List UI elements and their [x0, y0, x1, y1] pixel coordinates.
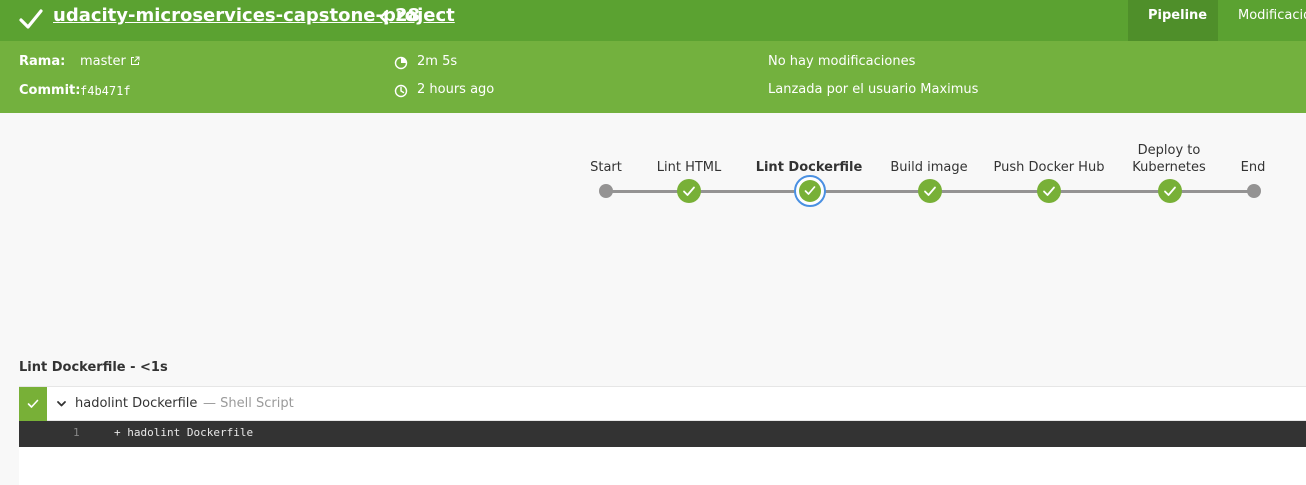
check-icon	[683, 186, 695, 196]
duration-value: 2m 5s	[417, 54, 458, 69]
stage-node-build-image[interactable]	[918, 179, 942, 203]
step-status-badge	[19, 387, 47, 421]
check-icon	[924, 186, 936, 196]
check-icon	[804, 186, 816, 195]
check-icon	[27, 399, 39, 408]
branch-name[interactable]: master	[80, 54, 126, 69]
timer-icon	[394, 56, 408, 70]
check-icon	[1043, 186, 1055, 196]
branch-value[interactable]: master	[80, 54, 140, 69]
chevron-down-icon[interactable]	[56, 399, 67, 409]
stage-node-deploy-kubernetes[interactable]	[1158, 179, 1182, 203]
stage-label-deploy-kubernetes[interactable]: Deploy to Kubernetes	[1124, 142, 1214, 176]
changes-text: No hay modificaciones	[768, 54, 916, 69]
commit-hash[interactable]: f4b471f	[80, 84, 131, 98]
clock-icon	[394, 84, 408, 98]
step-name[interactable]: hadolint Dockerfile	[75, 396, 197, 411]
stage-label-start: Start	[590, 160, 622, 175]
stage-node-end	[1247, 184, 1261, 198]
stage-label-push-docker-hub[interactable]: Push Docker Hub	[994, 159, 1105, 176]
stage-label-build-image[interactable]: Build image	[890, 159, 967, 176]
step-type: — Shell Script	[203, 396, 294, 411]
chevron-left-icon[interactable]	[378, 9, 390, 25]
step-row[interactable]: hadolint Dockerfile — Shell Script	[19, 386, 1306, 421]
stage-label-end: End	[1240, 160, 1266, 175]
log-panel-footer	[19, 447, 1306, 485]
stage-node-inner	[799, 180, 821, 202]
external-link-icon[interactable]	[130, 56, 140, 66]
stage-label-lint-html[interactable]: Lint HTML	[657, 159, 722, 176]
run-header: udacity-microservices-capstone-project 2…	[0, 0, 1306, 41]
stage-node-push-docker-hub[interactable]	[1037, 179, 1061, 203]
run-number: 28	[395, 5, 421, 26]
pipeline-graph: Start Lint HTML Lint Dockerfile Build im…	[0, 113, 1306, 338]
trigger-text: Lanzada por el usuario Maximus	[768, 82, 979, 97]
stage-label-lint-dockerfile[interactable]: Lint Dockerfile	[756, 159, 863, 176]
tab-pipeline[interactable]: Pipeline	[1128, 0, 1218, 41]
log-output: 1 + hadolint Dockerfile	[19, 421, 1306, 447]
run-info-bar: Rama: master Commit: f4b471f 2m 5s 2 hou…	[0, 41, 1306, 113]
step-detail-title: Lint Dockerfile - <1s	[19, 360, 168, 375]
stage-node-lint-html[interactable]	[677, 179, 701, 203]
log-line-number[interactable]: 1	[73, 426, 80, 439]
branch-label: Rama:	[19, 54, 66, 69]
log-line-text: + hadolint Dockerfile	[114, 426, 254, 439]
check-icon	[1164, 186, 1176, 196]
stage-node-start	[599, 184, 613, 198]
stage-node-lint-dockerfile[interactable]	[794, 175, 826, 207]
tab-changes[interactable]: Modificaciones	[1218, 0, 1306, 41]
check-icon	[19, 9, 43, 29]
commit-label: Commit:	[19, 83, 81, 98]
start-time-value: 2 hours ago	[417, 82, 495, 97]
